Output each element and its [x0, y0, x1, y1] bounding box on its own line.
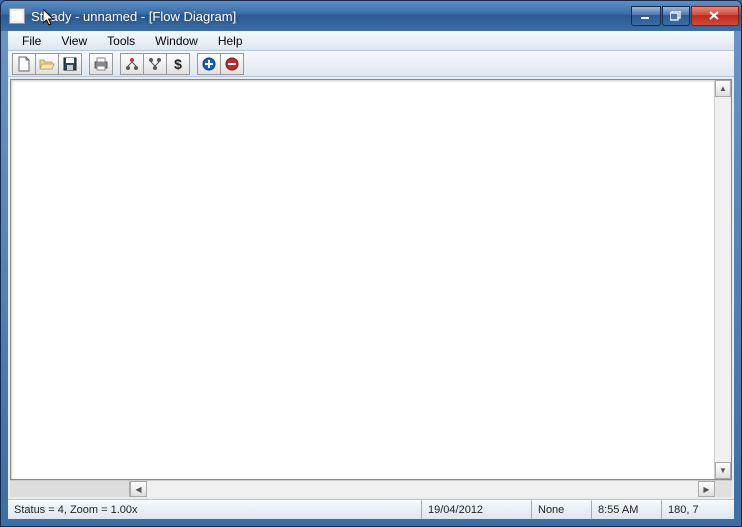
- print-button[interactable]: [89, 53, 113, 75]
- open-folder-icon: [39, 57, 55, 71]
- scroll-spacer: [10, 481, 130, 497]
- branch-icon: [125, 57, 139, 71]
- menu-view[interactable]: View: [51, 31, 97, 50]
- status-bar: Status = 4, Zoom = 1.00x 19/04/2012 None…: [8, 499, 734, 519]
- restore-button[interactable]: [662, 6, 690, 26]
- scroll-left-button[interactable]: ◀: [130, 481, 147, 497]
- menu-help[interactable]: Help: [208, 31, 253, 50]
- toolbar: $: [8, 51, 734, 77]
- remove-button[interactable]: [220, 53, 244, 75]
- horizontal-scrollbar[interactable]: ◀ ▶: [130, 481, 715, 497]
- window-title: Steady - unnamed - [Flow Diagram]: [31, 9, 631, 24]
- open-button[interactable]: [35, 53, 59, 75]
- close-icon: [709, 11, 721, 21]
- tool2-button[interactable]: [143, 53, 167, 75]
- new-file-icon: [17, 56, 31, 72]
- minimize-icon: [641, 12, 651, 20]
- scroll-up-button[interactable]: ▲: [715, 80, 731, 97]
- scroll-corner: [715, 481, 732, 497]
- vertical-scrollbar[interactable]: ▲ ▼: [714, 80, 731, 479]
- menu-file[interactable]: File: [12, 31, 51, 50]
- horizontal-scroll-row: ◀ ▶: [10, 480, 732, 497]
- tool1-button[interactable]: [120, 53, 144, 75]
- restore-icon: [670, 11, 682, 21]
- client-area: File View Tools Window Help: [1, 31, 741, 526]
- status-time: 8:55 AM: [592, 500, 662, 519]
- menu-tools[interactable]: Tools: [97, 31, 145, 50]
- close-button[interactable]: [691, 6, 739, 26]
- menu-window[interactable]: Window: [145, 31, 208, 50]
- status-mode: None: [532, 500, 592, 519]
- printer-icon: [93, 57, 109, 71]
- status-coords: 180, 7: [662, 500, 734, 519]
- minimize-button[interactable]: [631, 6, 661, 26]
- svg-text:$: $: [174, 57, 182, 71]
- scroll-down-button[interactable]: ▼: [715, 462, 731, 479]
- scroll-right-button[interactable]: ▶: [698, 481, 715, 497]
- flow-diagram-canvas[interactable]: ▲ ▼: [10, 79, 732, 480]
- minus-circle-icon: [225, 57, 239, 71]
- app-window: Steady - unnamed - [Flow Diagram] File V…: [0, 0, 742, 527]
- add-button[interactable]: [197, 53, 221, 75]
- window-controls: [631, 7, 739, 26]
- new-button[interactable]: [12, 53, 36, 75]
- save-floppy-icon: [63, 57, 77, 71]
- save-button[interactable]: [58, 53, 82, 75]
- plus-circle-icon: [202, 57, 216, 71]
- dollar-icon: $: [171, 57, 185, 71]
- menu-bar: File View Tools Window Help: [8, 31, 734, 51]
- status-main: Status = 4, Zoom = 1.00x: [8, 500, 422, 519]
- merge-icon: [148, 57, 162, 71]
- title-bar[interactable]: Steady - unnamed - [Flow Diagram]: [1, 1, 741, 31]
- canvas-container: ▲ ▼ ◀ ▶: [8, 77, 734, 499]
- app-icon: [9, 8, 25, 24]
- status-date: 19/04/2012: [422, 500, 532, 519]
- cost-button[interactable]: $: [166, 53, 190, 75]
